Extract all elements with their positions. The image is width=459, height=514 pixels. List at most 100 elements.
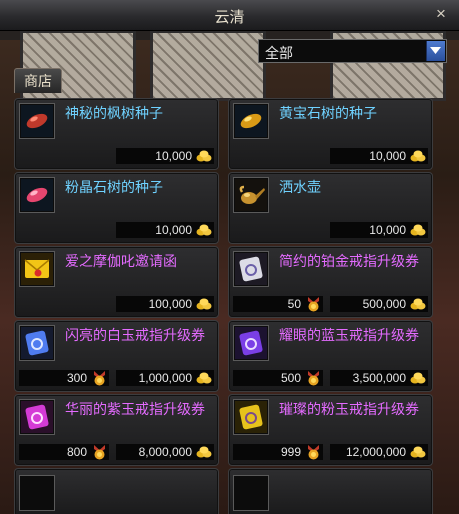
item-slot[interactable] [19,103,55,139]
gold-price-value: 12,000,000 [345,445,406,459]
tab-shop[interactable]: 商店 [14,68,62,93]
item-slot[interactable] [233,399,269,435]
pink-seed-icon [21,179,53,211]
empty-item-card [228,468,433,514]
gold-price-value: 10,000 [369,223,406,237]
window-title: 云清 [214,9,245,26]
gold-price-value: 100,000 [148,297,192,311]
empty-item-slot [233,475,269,511]
category-dropdown[interactable]: 全部 [258,39,447,63]
magenta-ticket-icon [21,401,53,433]
item-card[interactable]: 洒水壶 10,000 [228,172,433,244]
item-name: 简约的铂金戒指升级券 [279,253,419,269]
item-card[interactable]: 爱之摩伽叱邀请函 100,000 [14,246,219,318]
item-slot[interactable] [19,325,55,361]
gold-coin-icon [410,446,426,458]
item-name: 闪亮的白玉戒指升级券 [65,327,205,343]
medal-icon [308,297,319,312]
gold-coin-icon [410,150,426,162]
item-name: 璀璨的粉玉戒指升级券 [279,401,419,417]
gold-price-value: 10,000 [155,149,192,163]
gold-price: 12,000,000 [330,444,428,460]
token-price: 500 [233,370,323,386]
item-name: 神秘的枫树种子 [65,105,163,121]
gold-price: 1,000,000 [116,370,214,386]
gold-coin-icon [196,150,212,162]
item-card[interactable]: 粉晶石树的种子 10,000 [14,172,219,244]
token-price-value: 999 [280,445,301,459]
gold-price: 10,000 [116,148,214,164]
gold-price: 3,500,000 [330,370,428,386]
lattice-window [150,30,266,101]
close-button[interactable]: × [431,3,451,25]
gold-price: 10,000 [116,222,214,238]
gold-price: 100,000 [116,296,214,312]
gold-price: 10,000 [330,222,428,238]
item-card[interactable]: 简约的铂金戒指升级券 50 500,000 [228,246,433,318]
invitation-letter-icon [21,253,53,285]
item-name: 耀眼的蓝玉戒指升级券 [279,327,419,343]
watering-can-icon [235,179,267,211]
gold-price-value: 10,000 [369,149,406,163]
empty-item-slot [19,475,55,511]
medal-icon [308,445,319,460]
empty-item-card [14,468,219,514]
token-price-value: 50 [287,297,301,311]
gold-coin-icon [196,298,212,310]
token-price-value: 500 [280,371,301,385]
gold-price-value: 1,000,000 [138,371,192,385]
category-dropdown-value: 全部 [265,45,293,61]
item-slot[interactable] [233,103,269,139]
item-name: 爱之摩伽叱邀请函 [65,253,177,269]
gold-coin-icon [196,372,212,384]
gold-coin-icon [196,224,212,236]
gold-coin-icon [410,298,426,310]
item-card[interactable]: 神秘的枫树种子 10,000 [14,98,219,170]
gold-coin-icon [196,446,212,458]
token-price-value: 300 [66,371,87,385]
gold-price: 500,000 [330,296,428,312]
item-name: 黄宝石树的种子 [279,105,377,121]
item-slot[interactable] [19,177,55,213]
gold-ticket-icon [235,401,267,433]
silver-ticket-icon [235,253,267,285]
chevron-down-icon [430,47,441,54]
medal-icon [308,371,319,386]
item-slot[interactable] [233,251,269,287]
dropdown-arrow-button[interactable] [426,41,445,61]
item-slot[interactable] [233,177,269,213]
item-grid: 神秘的枫树种子 10,000 黄宝石树的种子 10,000 粉晶石树的种子 10… [14,92,438,514]
item-card[interactable]: 闪亮的白玉戒指升级券 300 1,000,000 [14,320,219,392]
token-price: 999 [233,444,323,460]
red-seed-icon [21,105,53,137]
gold-price-value: 10,000 [155,223,192,237]
item-card[interactable]: 华丽的紫玉戒指升级券 800 8,000,000 [14,394,219,466]
item-name: 华丽的紫玉戒指升级券 [65,401,205,417]
item-name: 粉晶石树的种子 [65,179,163,195]
item-slot[interactable] [19,399,55,435]
token-price-value: 800 [66,445,87,459]
npc-shop-window: 云清 × 全部 商店 神秘的枫树种子 10,000 黄宝石树的种子 10,000… [0,0,459,514]
close-icon: × [436,4,446,23]
item-name: 洒水壶 [279,179,321,195]
violet-ticket-icon [235,327,267,359]
token-price: 800 [19,444,109,460]
gold-price: 8,000,000 [116,444,214,460]
item-slot[interactable] [233,325,269,361]
title-bar[interactable]: 云清 × [0,0,459,31]
gold-coin-icon [410,224,426,236]
medal-icon [94,371,105,386]
gold-coin-icon [410,372,426,384]
token-price: 50 [233,296,323,312]
item-slot[interactable] [19,251,55,287]
gold-price-value: 3,500,000 [352,371,406,385]
item-card[interactable]: 耀眼的蓝玉戒指升级券 500 3,500,000 [228,320,433,392]
item-card[interactable]: 璀璨的粉玉戒指升级券 999 12,000,000 [228,394,433,466]
gold-price-value: 500,000 [362,297,406,311]
blue-ticket-icon [21,327,53,359]
medal-icon [94,445,105,460]
token-price: 300 [19,370,109,386]
item-card[interactable]: 黄宝石树的种子 10,000 [228,98,433,170]
yellow-seed-icon [235,105,267,137]
gold-price-value: 8,000,000 [138,445,192,459]
